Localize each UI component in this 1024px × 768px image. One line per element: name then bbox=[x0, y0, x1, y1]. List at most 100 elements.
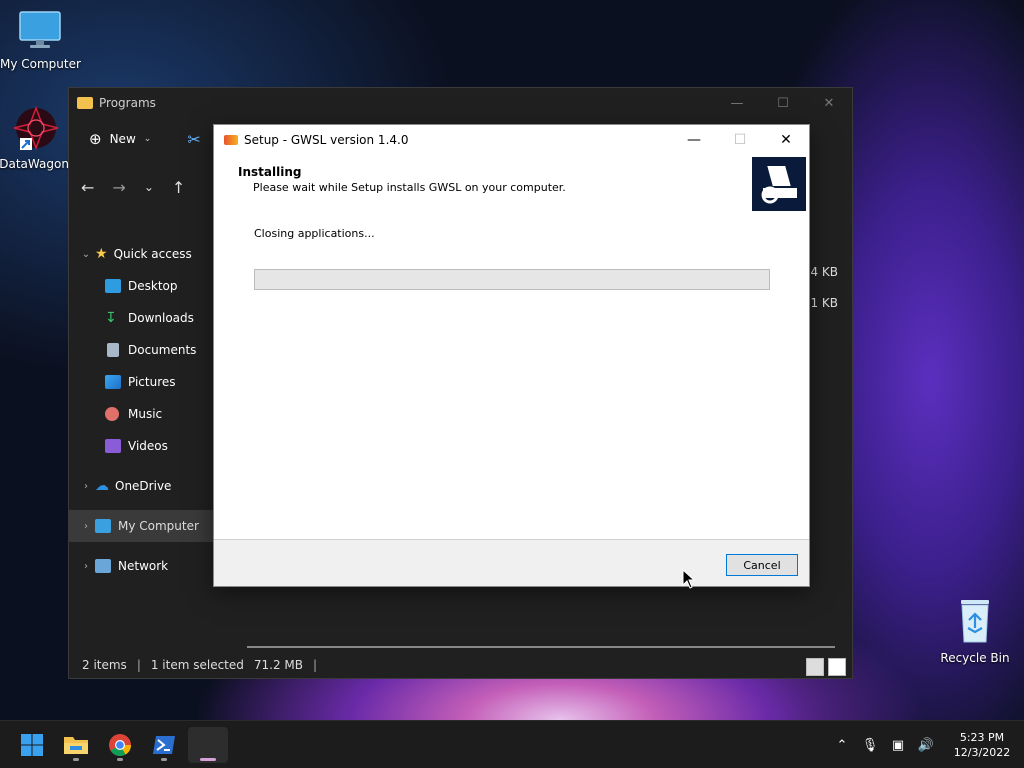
install-progress-bar bbox=[254, 269, 770, 290]
desktop-icon-recycle-bin[interactable]: Recycle Bin bbox=[935, 598, 1015, 665]
chevron-down-icon: ⌄ bbox=[143, 134, 152, 144]
chevron-right-icon[interactable]: › bbox=[77, 561, 95, 572]
new-button[interactable]: ⊕ New ⌄ bbox=[89, 130, 151, 148]
setup-status-text: Closing applications... bbox=[254, 227, 375, 240]
setup-footer: Cancel bbox=[214, 539, 809, 586]
network-icon bbox=[95, 559, 111, 573]
chevron-right-icon[interactable]: › bbox=[77, 521, 95, 532]
maximize-button[interactable]: ☐ bbox=[760, 88, 806, 118]
taskbar-file-explorer[interactable] bbox=[56, 727, 96, 763]
volume-icon[interactable]: 🔊 bbox=[912, 738, 940, 753]
setup-window-controls: — ☐ ✕ bbox=[671, 125, 809, 155]
desktop-folder-icon bbox=[105, 279, 121, 293]
setup-header: Installing Please wait while Setup insta… bbox=[238, 165, 566, 194]
running-indicator bbox=[161, 758, 167, 761]
windows-logo-icon bbox=[21, 734, 43, 756]
taskbar-chrome[interactable] bbox=[100, 727, 140, 763]
cancel-button[interactable]: Cancel bbox=[726, 554, 798, 576]
running-indicator bbox=[117, 758, 123, 761]
sidebar-item-label: My Computer bbox=[118, 519, 199, 533]
monitor-icon bbox=[95, 519, 111, 533]
star-icon: ★ bbox=[95, 246, 108, 262]
back-arrow-icon[interactable]: ← bbox=[81, 178, 94, 197]
sidebar-item-label: Pictures bbox=[128, 375, 176, 389]
new-button-label: New bbox=[109, 132, 136, 146]
selection-size: 71.2 MB bbox=[253, 658, 304, 672]
setup-title: Setup - GWSL version 1.4.0 bbox=[244, 133, 409, 147]
music-icon bbox=[105, 407, 119, 421]
videos-icon bbox=[105, 439, 121, 453]
download-icon: ↧ bbox=[105, 310, 117, 326]
setup-dialog: Setup - GWSL version 1.4.0 — ☐ ✕ Install… bbox=[213, 124, 810, 587]
cloud-icon: ☁ bbox=[95, 478, 109, 494]
item-count: 2 items bbox=[82, 658, 127, 672]
monitor-icon bbox=[19, 11, 61, 48]
minimize-button[interactable]: — bbox=[671, 125, 717, 155]
network-status-icon[interactable]: ▣ bbox=[884, 738, 912, 753]
chevron-up-icon[interactable]: ⌃ bbox=[828, 738, 856, 753]
sidebar-item-label: Quick access bbox=[113, 247, 192, 261]
sidebar-item-label: Music bbox=[128, 407, 163, 421]
sidebar-item-music[interactable]: Music bbox=[69, 398, 215, 430]
cut-icon[interactable]: ✂ bbox=[187, 130, 200, 149]
recent-chevron-icon[interactable]: ⌄ bbox=[144, 180, 154, 194]
sidebar-item-downloads[interactable]: ↧ Downloads bbox=[69, 302, 215, 334]
clock-time: 5:23 PM bbox=[959, 731, 1005, 744]
view-toggle bbox=[806, 658, 846, 676]
sidebar-item-label: Documents bbox=[128, 343, 197, 357]
setup-app-icon bbox=[224, 135, 238, 145]
sidebar-item-onedrive[interactable]: › ☁ OneDrive bbox=[69, 470, 215, 502]
forward-arrow-icon[interactable]: → bbox=[112, 178, 125, 197]
sidebar-item-desktop[interactable]: Desktop bbox=[69, 270, 215, 302]
sidebar-item-label: Desktop bbox=[128, 279, 178, 293]
close-button[interactable]: ✕ bbox=[763, 125, 809, 155]
sidebar-item-pictures[interactable]: Pictures bbox=[69, 366, 215, 398]
chrome-icon bbox=[109, 734, 131, 756]
clock[interactable]: 5:23 PM 12/3/2022 bbox=[940, 730, 1024, 760]
setup-subheading: Please wait while Setup installs GWSL on… bbox=[253, 181, 566, 194]
sidebar-item-documents[interactable]: Documents bbox=[69, 334, 215, 366]
gwsl-logo-icon bbox=[752, 157, 806, 211]
close-button[interactable]: ✕ bbox=[806, 88, 852, 118]
taskbar-setup-app[interactable] bbox=[188, 727, 228, 763]
mouse-cursor-icon bbox=[682, 569, 696, 589]
explorer-sidebar: ⌄ ★ Quick access Desktop ↧ Downloads Doc… bbox=[69, 238, 215, 582]
start-button[interactable] bbox=[12, 727, 52, 763]
sidebar-item-label: Videos bbox=[128, 439, 168, 453]
minimize-button[interactable]: — bbox=[714, 88, 760, 118]
sidebar-item-my-computer[interactable]: › My Computer bbox=[69, 510, 215, 542]
sidebar-item-videos[interactable]: Videos bbox=[69, 430, 215, 462]
sidebar-item-network[interactable]: › Network bbox=[69, 550, 215, 582]
status-separator: | bbox=[313, 658, 318, 672]
system-tray: ⌃ 🎙 ▣ 🔊 5:23 PM 12/3/2022 bbox=[828, 721, 1024, 768]
desktop-icon-label: Recycle Bin bbox=[940, 651, 1010, 665]
desktop-icon-datawagon[interactable]: DataWagon. bbox=[0, 105, 76, 171]
powershell-icon bbox=[153, 736, 175, 754]
sidebar-item-label: Downloads bbox=[128, 311, 194, 325]
plus-circle-icon: ⊕ bbox=[89, 130, 102, 148]
pictures-icon bbox=[105, 375, 121, 389]
explorer-title: Programs bbox=[99, 96, 156, 110]
folder-icon bbox=[77, 97, 93, 109]
explorer-status-bar: 2 items | 1 item selected 71.2 MB | bbox=[69, 652, 852, 678]
datawagon-logo-icon bbox=[13, 105, 59, 151]
active-indicator bbox=[200, 758, 216, 761]
desktop-icon-label: My Computer bbox=[0, 57, 81, 71]
details-view-button[interactable] bbox=[806, 658, 824, 676]
up-arrow-icon[interactable]: ↑ bbox=[172, 178, 185, 197]
running-indicator bbox=[73, 758, 79, 761]
chevron-down-icon[interactable]: ⌄ bbox=[77, 249, 95, 260]
sidebar-item-label: Network bbox=[118, 559, 169, 573]
taskbar-powershell[interactable] bbox=[144, 727, 184, 763]
recycle-bin-icon bbox=[961, 600, 989, 643]
desktop-icon-label: DataWagon. bbox=[0, 157, 73, 171]
microphone-icon[interactable]: 🎙 bbox=[856, 738, 884, 753]
tiles-view-button[interactable] bbox=[828, 658, 846, 676]
folder-icon bbox=[64, 737, 88, 754]
horizontal-scrollbar[interactable] bbox=[247, 646, 835, 648]
sidebar-item-quick-access[interactable]: ⌄ ★ Quick access bbox=[69, 238, 215, 270]
maximize-button: ☐ bbox=[733, 132, 747, 148]
chevron-right-icon[interactable]: › bbox=[77, 481, 95, 492]
desktop-icon-my-computer[interactable]: My Computer bbox=[0, 10, 81, 71]
taskbar: ⌃ 🎙 ▣ 🔊 5:23 PM 12/3/2022 bbox=[0, 720, 1024, 768]
